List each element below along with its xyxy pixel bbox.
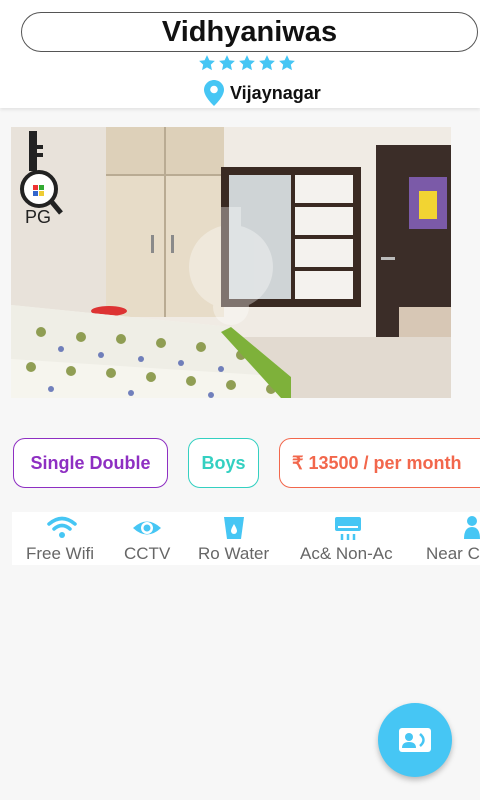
person-icon bbox=[464, 516, 480, 539]
location-pin-icon bbox=[204, 80, 224, 106]
amenity-label: Ro Water bbox=[198, 544, 270, 563]
wifi-icon bbox=[47, 516, 77, 538]
contact-card-icon bbox=[399, 728, 431, 752]
eye-icon bbox=[133, 521, 161, 535]
amenity-cctv[interactable]: CCTV bbox=[112, 512, 192, 565]
star-icon bbox=[259, 55, 275, 71]
amenity-label: Ac& Non-Ac bbox=[300, 544, 393, 563]
room-type-chip[interactable]: Single Double bbox=[13, 438, 168, 488]
amenity-ac[interactable]: Ac& Non-Ac bbox=[292, 512, 412, 565]
star-icon bbox=[239, 55, 255, 71]
star-icon bbox=[279, 55, 295, 71]
rating-stars bbox=[198, 54, 296, 74]
pg-logo-text: PG bbox=[25, 207, 52, 227]
amenity-label: CCTV bbox=[124, 544, 171, 563]
amenity-label: Free Wifi bbox=[26, 544, 94, 563]
page-title: Vidhyaniwas bbox=[21, 12, 478, 52]
price-chip[interactable]: ₹ 13500 / per month bbox=[279, 438, 480, 488]
amenity-near[interactable]: Near C bbox=[412, 512, 480, 565]
water-glass-icon bbox=[224, 517, 244, 539]
gender-chip[interactable]: Boys bbox=[188, 438, 259, 488]
amenity-label: Near C bbox=[426, 544, 480, 563]
room-photo[interactable]: PG bbox=[11, 127, 451, 398]
contact-fab-button[interactable] bbox=[378, 703, 452, 777]
amenity-wifi[interactable]: Free Wifi bbox=[12, 512, 112, 565]
star-icon bbox=[219, 55, 235, 71]
star-icon bbox=[199, 55, 215, 71]
location-name: Vijaynagar bbox=[230, 82, 321, 103]
amenity-ro-water[interactable]: Ro Water bbox=[192, 512, 292, 565]
amenities-list[interactable]: Free Wifi CCTV Ro Water Ac& Non-Ac Near … bbox=[12, 512, 480, 565]
air-conditioner-icon bbox=[335, 517, 361, 540]
location[interactable]: Vijaynagar bbox=[204, 80, 321, 106]
header: Vidhyaniwas Vijaynagar bbox=[0, 0, 480, 108]
